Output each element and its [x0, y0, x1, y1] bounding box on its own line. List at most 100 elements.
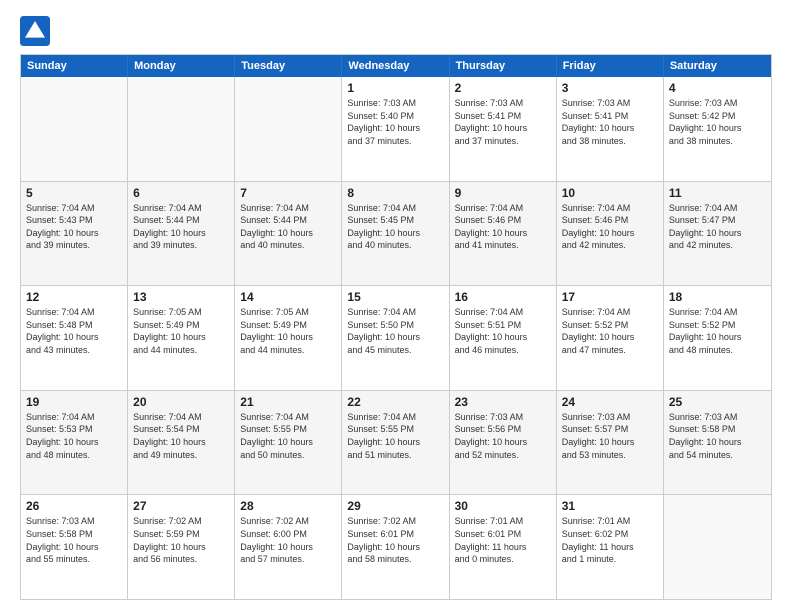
day-info: Sunrise: 7:04 AM Sunset: 5:55 PM Dayligh… — [347, 411, 443, 461]
calendar-cell: 17 Sunrise: 7:04 AM Sunset: 5:52 PM Dayli… — [557, 286, 664, 390]
day-number: 14 — [240, 290, 336, 304]
calendar-cell: 15Sunrise: 7:04 AM Sunset: 5:50 PM Dayli… — [342, 286, 449, 390]
calendar-cell: 8Sunrise: 7:04 AM Sunset: 5:45 PM Daylig… — [342, 182, 449, 286]
calendar-row: 26 Sunrise: 7:03 AM Sunset: 5:58 PM Dayli… — [21, 494, 771, 599]
day-number: 23 — [455, 395, 551, 409]
calendar-cell: 9 Sunrise: 7:04 AM Sunset: 5:46 PM Daylig… — [450, 182, 557, 286]
day-info: Sunrise: 7:05 AM Sunset: 5:49 PM Dayligh… — [133, 306, 229, 356]
day-info: Sunrise: 7:03 AM Sunset: 5:58 PM Dayligh… — [26, 515, 122, 565]
calendar-cell: 26 Sunrise: 7:03 AM Sunset: 5:58 PM Dayli… — [21, 495, 128, 599]
day-info: Sunrise: 7:04 AM Sunset: 5:54 PM Dayligh… — [133, 411, 229, 461]
day-number: 16 — [455, 290, 551, 304]
calendar-cell: 5Sunrise: 7:04 AM Sunset: 5:43 PM Daylig… — [21, 182, 128, 286]
calendar-cell: 19Sunrise: 7:04 AM Sunset: 5:53 PM Dayli… — [21, 391, 128, 495]
day-info: Sunrise: 7:02 AM Sunset: 6:00 PM Dayligh… — [240, 515, 336, 565]
day-info: Sunrise: 7:03 AM Sunset: 5:41 PM Dayligh… — [562, 97, 658, 147]
calendar-cell: 30Sunrise: 7:01 AM Sunset: 6:01 PM Dayli… — [450, 495, 557, 599]
day-info: Sunrise: 7:04 AM Sunset: 5:50 PM Dayligh… — [347, 306, 443, 356]
day-number: 12 — [26, 290, 122, 304]
weekday-header: Friday — [557, 55, 664, 77]
calendar-cell: 7Sunrise: 7:04 AM Sunset: 5:44 PM Daylig… — [235, 182, 342, 286]
day-info: Sunrise: 7:04 AM Sunset: 5:55 PM Dayligh… — [240, 411, 336, 461]
calendar-cell — [21, 77, 128, 181]
day-number: 11 — [669, 186, 766, 200]
calendar-cell: 23 Sunrise: 7:03 AM Sunset: 5:56 PM Dayli… — [450, 391, 557, 495]
calendar-cell: 6 Sunrise: 7:04 AM Sunset: 5:44 PM Daylig… — [128, 182, 235, 286]
day-info: Sunrise: 7:02 AM Sunset: 5:59 PM Dayligh… — [133, 515, 229, 565]
weekday-header: Tuesday — [235, 55, 342, 77]
day-info: Sunrise: 7:03 AM Sunset: 5:58 PM Dayligh… — [669, 411, 766, 461]
calendar-cell: 2Sunrise: 7:03 AM Sunset: 5:41 PM Daylig… — [450, 77, 557, 181]
calendar-cell: 18Sunrise: 7:04 AM Sunset: 5:52 PM Dayli… — [664, 286, 771, 390]
day-number: 30 — [455, 499, 551, 513]
calendar-cell: 3Sunrise: 7:03 AM Sunset: 5:41 PM Daylig… — [557, 77, 664, 181]
page: SundayMondayTuesdayWednesdayThursdayFrid… — [0, 0, 792, 612]
calendar-cell: 4Sunrise: 7:03 AM Sunset: 5:42 PM Daylig… — [664, 77, 771, 181]
day-number: 18 — [669, 290, 766, 304]
day-number: 24 — [562, 395, 658, 409]
calendar-cell — [128, 77, 235, 181]
calendar-body: 1Sunrise: 7:03 AM Sunset: 5:40 PM Daylig… — [21, 77, 771, 599]
day-number: 21 — [240, 395, 336, 409]
day-number: 10 — [562, 186, 658, 200]
day-info: Sunrise: 7:04 AM Sunset: 5:46 PM Dayligh… — [562, 202, 658, 252]
day-number: 6 — [133, 186, 229, 200]
calendar-cell: 20 Sunrise: 7:04 AM Sunset: 5:54 PM Dayli… — [128, 391, 235, 495]
logo-icon — [20, 16, 50, 46]
weekday-header: Monday — [128, 55, 235, 77]
calendar-cell: 11Sunrise: 7:04 AM Sunset: 5:47 PM Dayli… — [664, 182, 771, 286]
day-number: 29 — [347, 499, 443, 513]
day-number: 27 — [133, 499, 229, 513]
weekday-header: Wednesday — [342, 55, 449, 77]
calendar-cell — [664, 495, 771, 599]
day-info: Sunrise: 7:04 AM Sunset: 5:51 PM Dayligh… — [455, 306, 551, 356]
calendar-cell: 27 Sunrise: 7:02 AM Sunset: 5:59 PM Dayli… — [128, 495, 235, 599]
day-number: 9 — [455, 186, 551, 200]
calendar-cell: 31Sunrise: 7:01 AM Sunset: 6:02 PM Dayli… — [557, 495, 664, 599]
day-info: Sunrise: 7:02 AM Sunset: 6:01 PM Dayligh… — [347, 515, 443, 565]
calendar-cell: 16 Sunrise: 7:04 AM Sunset: 5:51 PM Dayli… — [450, 286, 557, 390]
day-info: Sunrise: 7:03 AM Sunset: 5:56 PM Dayligh… — [455, 411, 551, 461]
day-info: Sunrise: 7:03 AM Sunset: 5:42 PM Dayligh… — [669, 97, 766, 147]
day-info: Sunrise: 7:04 AM Sunset: 5:53 PM Dayligh… — [26, 411, 122, 461]
weekday-header: Sunday — [21, 55, 128, 77]
day-info: Sunrise: 7:04 AM Sunset: 5:48 PM Dayligh… — [26, 306, 122, 356]
day-info: Sunrise: 7:04 AM Sunset: 5:45 PM Dayligh… — [347, 202, 443, 252]
calendar-cell — [235, 77, 342, 181]
day-number: 13 — [133, 290, 229, 304]
day-info: Sunrise: 7:04 AM Sunset: 5:44 PM Dayligh… — [240, 202, 336, 252]
calendar: SundayMondayTuesdayWednesdayThursdayFrid… — [20, 54, 772, 600]
calendar-cell: 24 Sunrise: 7:03 AM Sunset: 5:57 PM Dayli… — [557, 391, 664, 495]
calendar-cell: 14 Sunrise: 7:05 AM Sunset: 5:49 PM Dayli… — [235, 286, 342, 390]
day-info: Sunrise: 7:03 AM Sunset: 5:57 PM Dayligh… — [562, 411, 658, 461]
calendar-cell: 10 Sunrise: 7:04 AM Sunset: 5:46 PM Dayli… — [557, 182, 664, 286]
calendar-row: 19Sunrise: 7:04 AM Sunset: 5:53 PM Dayli… — [21, 390, 771, 495]
day-info: Sunrise: 7:05 AM Sunset: 5:49 PM Dayligh… — [240, 306, 336, 356]
day-number: 1 — [347, 81, 443, 95]
calendar-cell: 25 Sunrise: 7:03 AM Sunset: 5:58 PM Dayli… — [664, 391, 771, 495]
calendar-row: 5Sunrise: 7:04 AM Sunset: 5:43 PM Daylig… — [21, 181, 771, 286]
weekday-header: Thursday — [450, 55, 557, 77]
day-number: 20 — [133, 395, 229, 409]
calendar-row: 12 Sunrise: 7:04 AM Sunset: 5:48 PM Dayli… — [21, 285, 771, 390]
calendar-cell: 12 Sunrise: 7:04 AM Sunset: 5:48 PM Dayli… — [21, 286, 128, 390]
day-info: Sunrise: 7:04 AM Sunset: 5:44 PM Dayligh… — [133, 202, 229, 252]
day-number: 28 — [240, 499, 336, 513]
logo — [20, 16, 54, 46]
day-number: 25 — [669, 395, 766, 409]
day-number: 31 — [562, 499, 658, 513]
calendar-header: SundayMondayTuesdayWednesdayThursdayFrid… — [21, 55, 771, 77]
day-info: Sunrise: 7:04 AM Sunset: 5:46 PM Dayligh… — [455, 202, 551, 252]
calendar-cell: 29 Sunrise: 7:02 AM Sunset: 6:01 PM Dayli… — [342, 495, 449, 599]
calendar-cell: 22 Sunrise: 7:04 AM Sunset: 5:55 PM Dayli… — [342, 391, 449, 495]
calendar-cell: 13 Sunrise: 7:05 AM Sunset: 5:49 PM Dayli… — [128, 286, 235, 390]
calendar-cell: 1Sunrise: 7:03 AM Sunset: 5:40 PM Daylig… — [342, 77, 449, 181]
day-number: 26 — [26, 499, 122, 513]
day-number: 17 — [562, 290, 658, 304]
calendar-cell: 21 Sunrise: 7:04 AM Sunset: 5:55 PM Dayli… — [235, 391, 342, 495]
day-number: 22 — [347, 395, 443, 409]
weekday-header: Saturday — [664, 55, 771, 77]
calendar-cell: 28 Sunrise: 7:02 AM Sunset: 6:00 PM Dayli… — [235, 495, 342, 599]
day-info: Sunrise: 7:03 AM Sunset: 5:41 PM Dayligh… — [455, 97, 551, 147]
day-info: Sunrise: 7:04 AM Sunset: 5:52 PM Dayligh… — [562, 306, 658, 356]
